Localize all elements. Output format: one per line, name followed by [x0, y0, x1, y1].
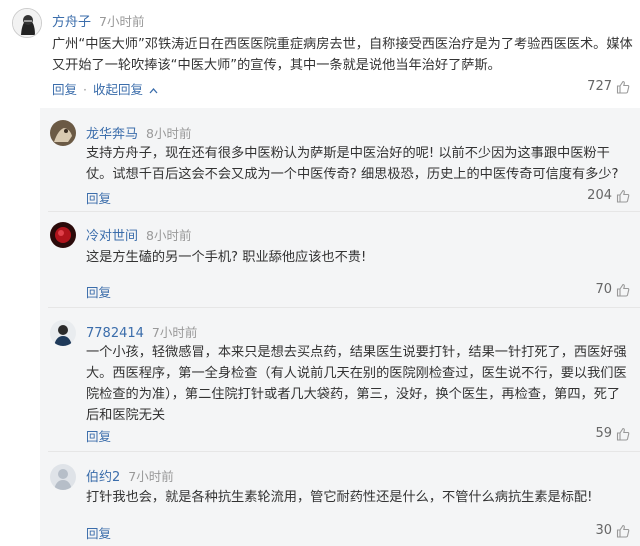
reply-meta: 7782414 7小时前: [86, 322, 197, 341]
thumbs-up-icon: [616, 524, 630, 538]
reply-item: 7782414 7小时前 一个小孩，轻微感冒，本来只是想去买点药，结果医生说要打…: [40, 308, 640, 452]
like-button[interactable]: 30: [595, 523, 630, 538]
reply-item: 伯约2 7小时前 打针我也会，就是各种抗生素轮流用，管它耐药性还是什么，不管什么…: [40, 452, 640, 546]
like-button[interactable]: 70: [595, 282, 630, 297]
reply-meta: 龙华奔马 8小时前: [86, 123, 191, 142]
red-flower-avatar-icon: [50, 222, 76, 248]
comment-actions: 回复 · 收起回复: [52, 79, 158, 98]
reply-text: 打针我也会，就是各种抗生素轮流用，管它耐药性还是什么，不管什么病抗生素是标配!: [86, 490, 593, 505]
reply-text: 支持方舟子，现在还有很多中医粉认为萨斯是中医治好的呢! 以前不少因为这事跟中医粉…: [86, 146, 619, 182]
like-button[interactable]: 204: [587, 188, 630, 203]
collapse-replies-button[interactable]: 收起回复: [93, 82, 158, 97]
like-count: 204: [587, 188, 612, 203]
reply-meta: 冷对世间 8小时前: [86, 225, 191, 244]
timestamp: 8小时前: [146, 228, 192, 243]
thumbs-up-icon: [616, 80, 630, 94]
replies-panel: 龙华奔马 8小时前 支持方舟子，现在还有很多中医粉认为萨斯是中医治好的呢! 以前…: [40, 108, 640, 546]
comment-text: 广州“中医大师”邓铁涛近日在西医医院重症病房去世，自称接受西医治疗是为了考验西医…: [52, 37, 633, 73]
timestamp: 7小时前: [151, 325, 198, 340]
comment-item: 方舟子 7小时前 广州“中医大师”邓铁涛近日在西医医院重症病房去世，自称接受西医…: [0, 0, 640, 104]
username-link[interactable]: 伯约2: [86, 470, 120, 485]
reply-button[interactable]: 回复: [52, 82, 77, 97]
like-button[interactable]: 59: [595, 426, 630, 441]
avatar[interactable]: [50, 120, 76, 146]
reply-text: 这是方生磕的另一个手机? 职业舔他应该也不贵!: [86, 250, 367, 265]
reply-meta: 伯约2 7小时前: [86, 466, 174, 485]
reply-button[interactable]: 回复: [86, 282, 111, 301]
username-link[interactable]: 冷对世间: [86, 229, 138, 244]
separator: ·: [83, 82, 87, 97]
avatar[interactable]: [50, 320, 76, 346]
like-button[interactable]: 727: [587, 79, 630, 94]
reply-button[interactable]: 回复: [86, 188, 111, 207]
thumbs-up-icon: [616, 427, 630, 441]
reply-button[interactable]: 回复: [86, 523, 111, 542]
thumbs-up-icon: [616, 283, 630, 297]
username-link[interactable]: 7782414: [86, 326, 144, 341]
reply-button[interactable]: 回复: [86, 426, 111, 445]
like-count: 30: [595, 523, 612, 538]
username-link[interactable]: 龙华奔马: [86, 127, 138, 142]
timestamp: 7小时前: [128, 469, 174, 484]
thumbs-up-icon: [616, 189, 630, 203]
like-count: 70: [595, 282, 612, 297]
timestamp: 8小时前: [146, 126, 192, 141]
avatar[interactable]: [12, 8, 42, 38]
timestamp: 7小时前: [99, 14, 145, 29]
reply-text: 一个小孩，轻微感冒，本来只是想去买点药，结果医生说要打针，结果一针打死了，西医好…: [86, 345, 627, 423]
user-portrait-icon: [13, 9, 41, 37]
collapse-replies-label: 收起回复: [92, 82, 143, 97]
reply-item: 冷对世间 8小时前 这是方生磕的另一个手机? 职业舔他应该也不贵! 回复 70: [40, 212, 640, 308]
horse-avatar-icon: [50, 120, 76, 146]
like-count: 59: [595, 426, 612, 441]
comment-meta: 方舟子 7小时前: [52, 11, 144, 30]
reply-item: 龙华奔马 8小时前 支持方舟子，现在还有很多中医粉认为萨斯是中医治好的呢! 以前…: [40, 108, 640, 212]
avatar[interactable]: [50, 222, 76, 248]
username-link[interactable]: 方舟子: [52, 15, 91, 30]
like-count: 727: [587, 79, 612, 94]
chevron-up-icon: [149, 88, 158, 94]
person-avatar-icon: [50, 320, 76, 346]
avatar[interactable]: [50, 464, 76, 490]
default-avatar-icon: [50, 464, 76, 490]
